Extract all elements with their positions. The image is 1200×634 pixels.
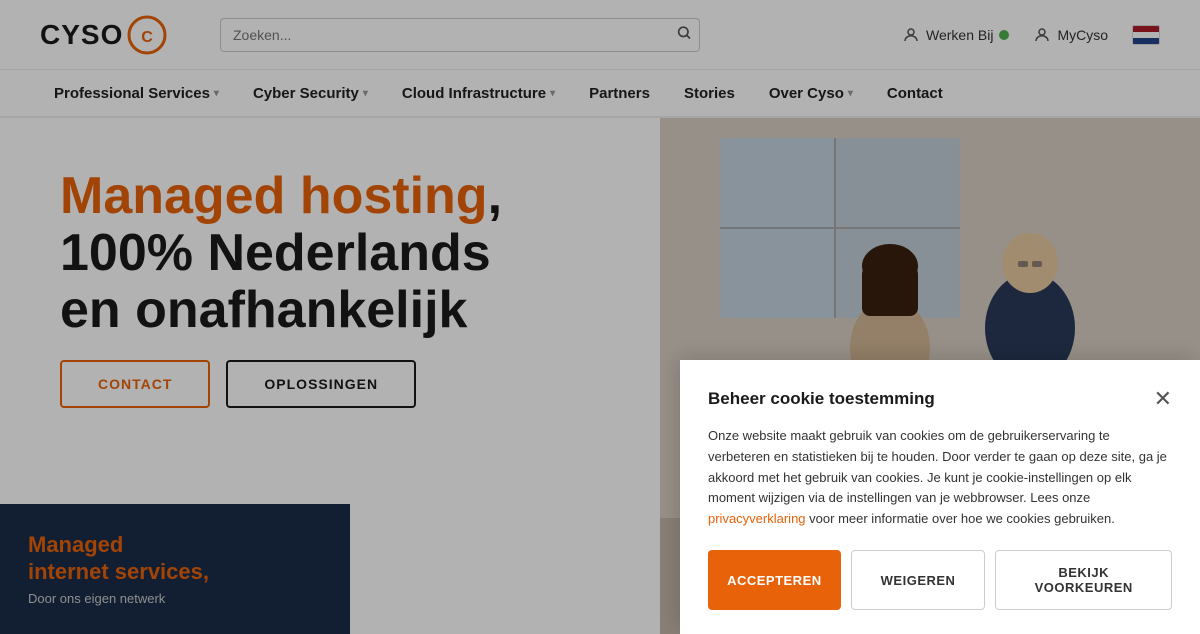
cookie-header: Beheer cookie toestemming ✕	[708, 388, 1172, 410]
privacy-link[interactable]: privacyverklaring	[708, 511, 806, 526]
cookie-close-button[interactable]: ✕	[1154, 388, 1172, 410]
cookie-modal: Beheer cookie toestemming ✕ Onze website…	[680, 360, 1200, 634]
bekijk-button[interactable]: BEKIJK VOORKEUREN	[995, 550, 1172, 610]
cookie-body: Onze website maakt gebruik van cookies o…	[708, 426, 1172, 530]
cookie-body-text: Onze website maakt gebruik van cookies o…	[708, 428, 1167, 505]
cookie-overlay: Beheer cookie toestemming ✕ Onze website…	[0, 0, 1200, 634]
cookie-buttons: ACCEPTEREN WEIGEREN BEKIJK VOORKEUREN	[708, 550, 1172, 610]
cookie-body-after: voor meer informatie over hoe we cookies…	[809, 511, 1115, 526]
weigeren-button[interactable]: WEIGEREN	[851, 550, 986, 610]
cookie-title: Beheer cookie toestemming	[708, 389, 935, 409]
accept-button[interactable]: ACCEPTEREN	[708, 550, 841, 610]
